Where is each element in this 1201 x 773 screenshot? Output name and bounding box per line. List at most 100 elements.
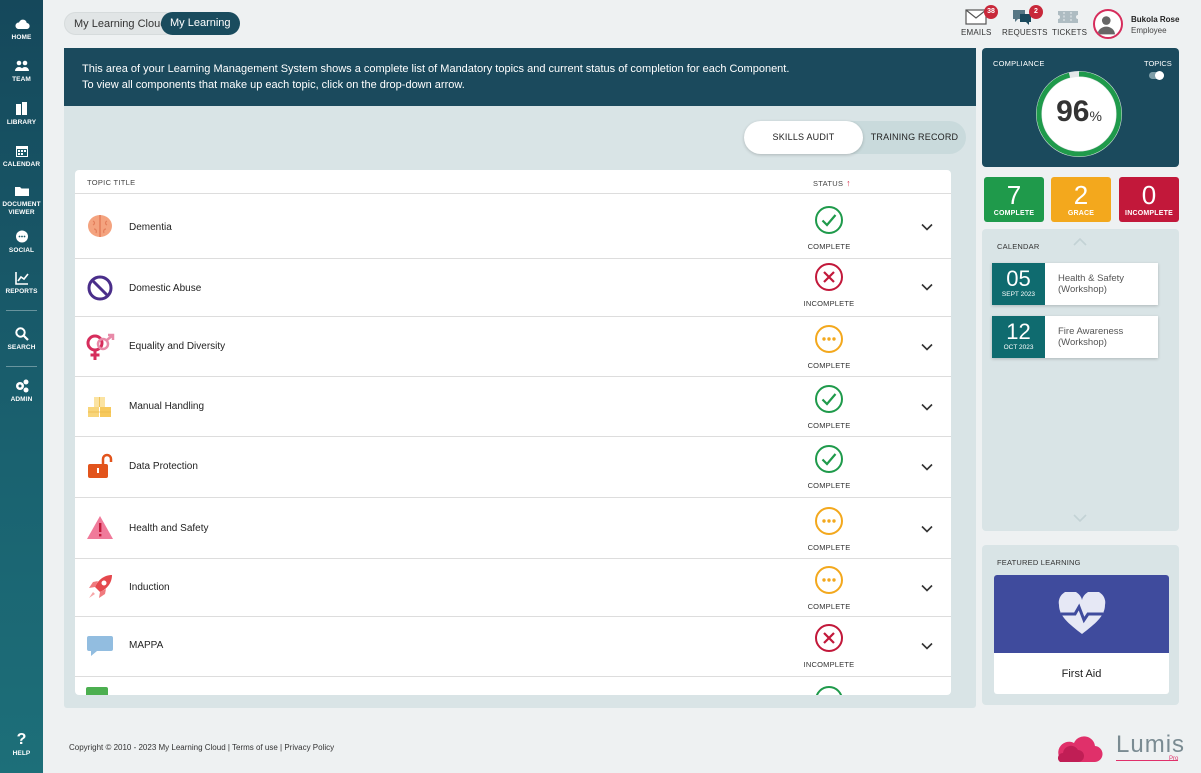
chevron-down-icon[interactable] — [920, 220, 934, 234]
sidebar-label: TEAM — [12, 76, 31, 83]
featured-course-card[interactable]: First Aid — [994, 575, 1169, 694]
sidebar-label: SEARCH — [7, 344, 36, 351]
search-icon — [14, 327, 29, 341]
breadcrumb-my-learning[interactable]: My Learning — [161, 12, 240, 35]
ticket-icon — [1058, 11, 1078, 23]
banner-line-2: To view all components that make up each… — [82, 79, 465, 91]
padlock-icon — [88, 453, 113, 478]
sidebar-label: SOCIAL — [8, 247, 35, 254]
stat-complete[interactable]: 7 COMPLETE — [984, 177, 1044, 222]
topic-title: MAPPA — [129, 640, 164, 651]
sidebar-item-help[interactable]: ? HELP — [0, 732, 43, 758]
table-row[interactable]: Dementia COMPLETE — [75, 195, 951, 259]
compliance-card: COMPLIANCE TOPICS 96% — [982, 48, 1179, 167]
chevron-down-icon[interactable] — [920, 581, 934, 595]
emails-button[interactable]: 38 EMAILS — [961, 5, 998, 37]
topics-toggle[interactable] — [1149, 71, 1164, 80]
sidebar-label: HOME — [11, 34, 32, 41]
chevron-down-icon[interactable] — [920, 522, 934, 536]
status-header-label: STATUS — [813, 179, 844, 188]
sidebar-item-library[interactable]: LIBRARY — [0, 101, 43, 127]
featured-label: FEATURED LEARNING — [997, 558, 1081, 567]
status-text: COMPLETE — [807, 242, 851, 251]
table-row[interactable]: Data Protection COMPLETE — [75, 437, 951, 498]
calendar-panel: CALENDAR 05 SEPT 2023 Health & Safety (W… — [982, 229, 1179, 531]
logo-cloud-icon — [1058, 736, 1103, 763]
boxes-icon — [88, 397, 111, 417]
chevron-down-icon[interactable] — [920, 460, 934, 474]
tab-skills-audit[interactable]: SKILLS AUDIT — [744, 121, 863, 154]
topic-icon — [86, 687, 108, 695]
sidebar-item-team[interactable]: TEAM — [0, 58, 43, 84]
cross-circle-icon — [815, 624, 843, 652]
breadcrumb-my-learning-cloud[interactable]: My Learning Cloud — [64, 12, 177, 35]
tickets-label: TICKETS — [1052, 28, 1088, 37]
table-row[interactable]: Domestic Abuse INCOMPLETE — [75, 259, 951, 317]
topic-title: Manual Handling — [129, 401, 205, 412]
lumis-logo: Lumis Pro — [1058, 731, 1186, 767]
pending-circle-icon — [815, 566, 843, 594]
main-panel: This area of your Learning Management Sy… — [64, 48, 976, 708]
chevron-down-icon[interactable] — [920, 400, 934, 414]
event-title: Health & Safety (Workshop) — [1058, 273, 1158, 295]
calendar-event[interactable]: 05 SEPT 2023 Health & Safety (Workshop) — [992, 263, 1158, 305]
event-day: 12 — [1006, 319, 1031, 344]
table-row[interactable]: Induction COMPLETE — [75, 559, 951, 617]
team-icon — [14, 60, 29, 71]
event-month: OCT 2023 — [1003, 344, 1034, 351]
sidebar-label: LIBRARY — [6, 119, 37, 126]
tickets-button[interactable]: TICKETS — [1052, 9, 1088, 37]
sidebar-item-document-viewer[interactable]: DOCUMENT VIEWER — [0, 183, 43, 216]
topics-label: TOPICS — [1144, 59, 1172, 68]
status-text: COMPLETE — [807, 361, 851, 370]
sidebar-item-calendar[interactable]: CALENDAR — [0, 143, 43, 169]
user-menu[interactable]: Bukola Rose Employee — [1093, 9, 1193, 39]
sidebar-item-search[interactable]: SEARCH — [0, 326, 43, 352]
sidebar-item-home[interactable]: HOME — [0, 16, 43, 42]
featured-image — [994, 575, 1169, 653]
chevron-down-icon[interactable] — [920, 280, 934, 294]
table-row[interactable]: MAPPA INCOMPLETE — [75, 617, 951, 677]
sidebar-item-social[interactable]: SOCIAL — [0, 229, 43, 255]
calendar-event[interactable]: 12 OCT 2023 Fire Awareness (Workshop) — [992, 316, 1158, 358]
table-row[interactable] — [75, 677, 951, 695]
table-row[interactable]: Equality and Diversity COMPLETE — [75, 317, 951, 377]
sidebar-label: CALENDAR — [2, 161, 41, 168]
check-circle-icon — [815, 686, 843, 695]
event-day: 05 — [1006, 266, 1031, 291]
table-header: TOPIC TITLE STATUS ↑ — [75, 170, 951, 194]
status-text: INCOMPLETE — [803, 660, 855, 669]
topics-table: TOPIC TITLE STATUS ↑ Dementia COMPLETE D… — [75, 170, 951, 695]
requests-label: REQUESTS — [1002, 28, 1048, 37]
sidebar-label: DOCUMENT — [2, 201, 41, 208]
event-title: Fire Awareness (Workshop) — [1058, 326, 1158, 348]
column-header-topic-title[interactable]: TOPIC TITLE — [87, 178, 135, 187]
logo-text: Lumis — [1116, 731, 1186, 758]
topic-title: Dementia — [129, 222, 172, 233]
folder-icon — [14, 187, 29, 196]
sidebar-item-admin[interactable]: ADMIN — [0, 378, 43, 404]
stat-incomplete[interactable]: 0 INCOMPLETE — [1119, 177, 1179, 222]
calendar-icon — [15, 146, 28, 157]
sidebar-item-reports[interactable]: REPORTS — [0, 270, 43, 296]
avatar — [1093, 9, 1123, 39]
status-text: COMPLETE — [807, 543, 851, 552]
chevron-down-icon[interactable] — [1072, 513, 1088, 523]
chevron-down-icon[interactable] — [920, 639, 934, 653]
sidebar: HOME TEAM LIBRARY CALENDAR DOCUMENT VIEW… — [0, 0, 43, 773]
table-row[interactable]: Health and Safety COMPLETE — [75, 498, 951, 559]
info-banner: This area of your Learning Management Sy… — [64, 48, 976, 106]
chevron-up-icon[interactable] — [1072, 237, 1088, 247]
topic-title: Data Protection — [129, 461, 198, 472]
gears-icon — [15, 379, 28, 393]
table-row[interactable]: Manual Handling COMPLETE — [75, 377, 951, 437]
tab-training-record[interactable]: TRAINING RECORD — [863, 121, 966, 154]
compliance-number: 96 — [1056, 95, 1090, 128]
chevron-down-icon[interactable] — [920, 340, 934, 354]
stat-label: INCOMPLETE — [1125, 210, 1173, 217]
check-circle-icon — [815, 206, 843, 234]
event-date: 05 SEPT 2023 — [992, 263, 1045, 305]
stat-grace[interactable]: 2 GRACE — [1051, 177, 1111, 222]
requests-button[interactable]: 2 REQUESTS — [1002, 5, 1048, 37]
column-header-status[interactable]: STATUS ↑ — [813, 178, 851, 188]
